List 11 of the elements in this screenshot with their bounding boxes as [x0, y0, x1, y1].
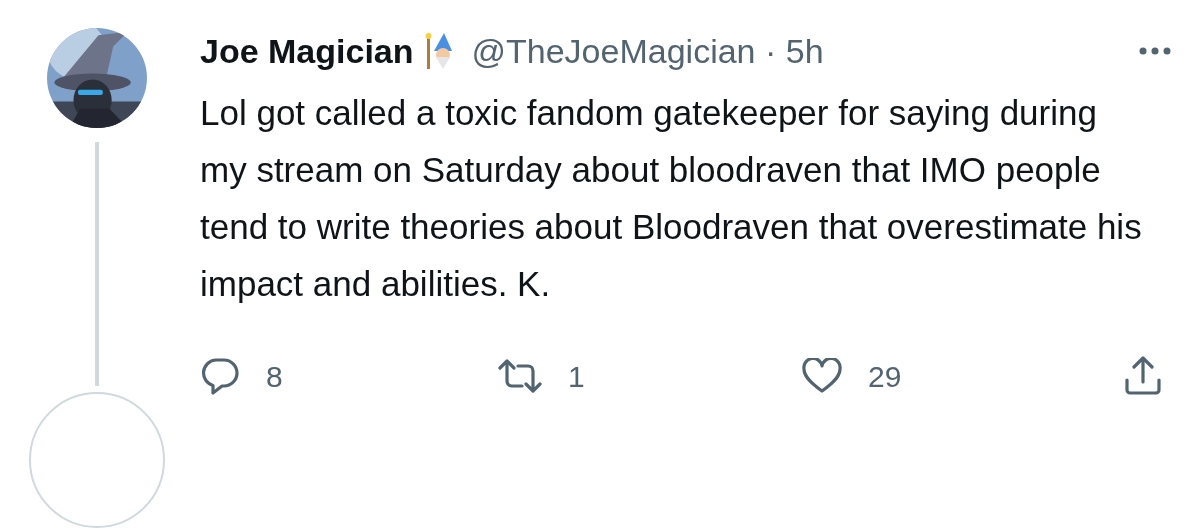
retweet-count: 1 [568, 358, 585, 395]
more-icon[interactable] [1138, 46, 1172, 56]
tweet-text: Lol got called a toxic fandom gatekeeper for saying during my stream on Saturday about bloodraven that IMO people tend to write theories about Bloodraven that overestimate his impact and abilities. K. [200, 92, 1143, 305]
reply-count: 8 [266, 358, 283, 395]
like-count: 29 [868, 358, 902, 395]
share-icon[interactable] [1124, 356, 1162, 396]
author-name[interactable]: Joe Magician [200, 25, 414, 77]
retweet-icon[interactable] [498, 359, 542, 393]
heart-icon[interactable] [802, 358, 842, 394]
handle-and-time: @TheJoeMagician · 5h [471, 30, 824, 72]
reply-icon[interactable] [200, 357, 240, 395]
